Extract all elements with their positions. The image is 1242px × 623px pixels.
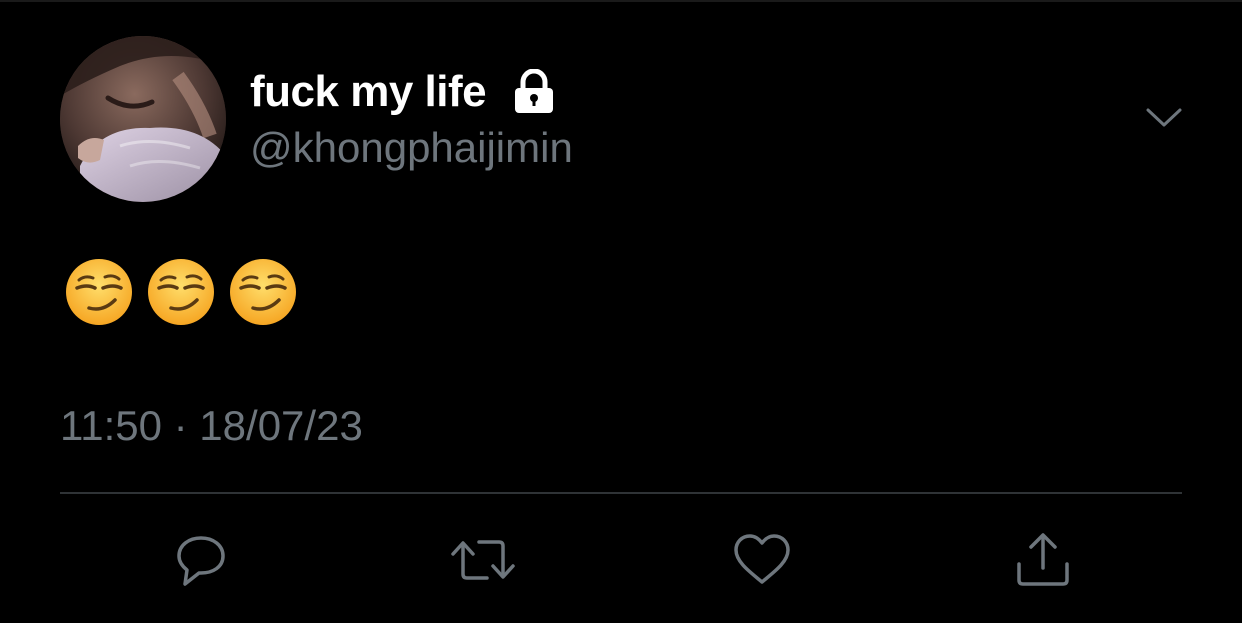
avatar[interactable] xyxy=(60,36,226,202)
tweet: fuck my life @khongphaijimin 11:50 · 18/… xyxy=(0,0,1242,623)
display-name[interactable]: fuck my life xyxy=(250,67,487,117)
tweet-timestamp[interactable]: 11:50 · 18/07/23 xyxy=(60,402,363,450)
share-icon xyxy=(1017,533,1069,586)
lock-icon xyxy=(512,68,556,115)
author-name-row: fuck my life xyxy=(250,62,556,122)
smirking-face-emoji xyxy=(230,259,296,325)
like-button[interactable] xyxy=(732,530,792,590)
reply-icon xyxy=(177,536,225,586)
smirking-face-emoji xyxy=(66,259,132,325)
tweet-text xyxy=(65,258,297,326)
actions-divider xyxy=(60,492,1182,494)
top-divider xyxy=(0,0,1242,2)
heart-icon xyxy=(734,534,790,584)
smirking-face-emoji xyxy=(148,259,214,325)
chevron-down-icon[interactable] xyxy=(1144,104,1184,132)
user-handle[interactable]: @khongphaijimin xyxy=(250,124,573,172)
share-button[interactable] xyxy=(1013,530,1073,590)
retweet-button[interactable] xyxy=(451,530,515,590)
reply-button[interactable] xyxy=(171,530,231,590)
retweet-icon xyxy=(451,540,515,580)
